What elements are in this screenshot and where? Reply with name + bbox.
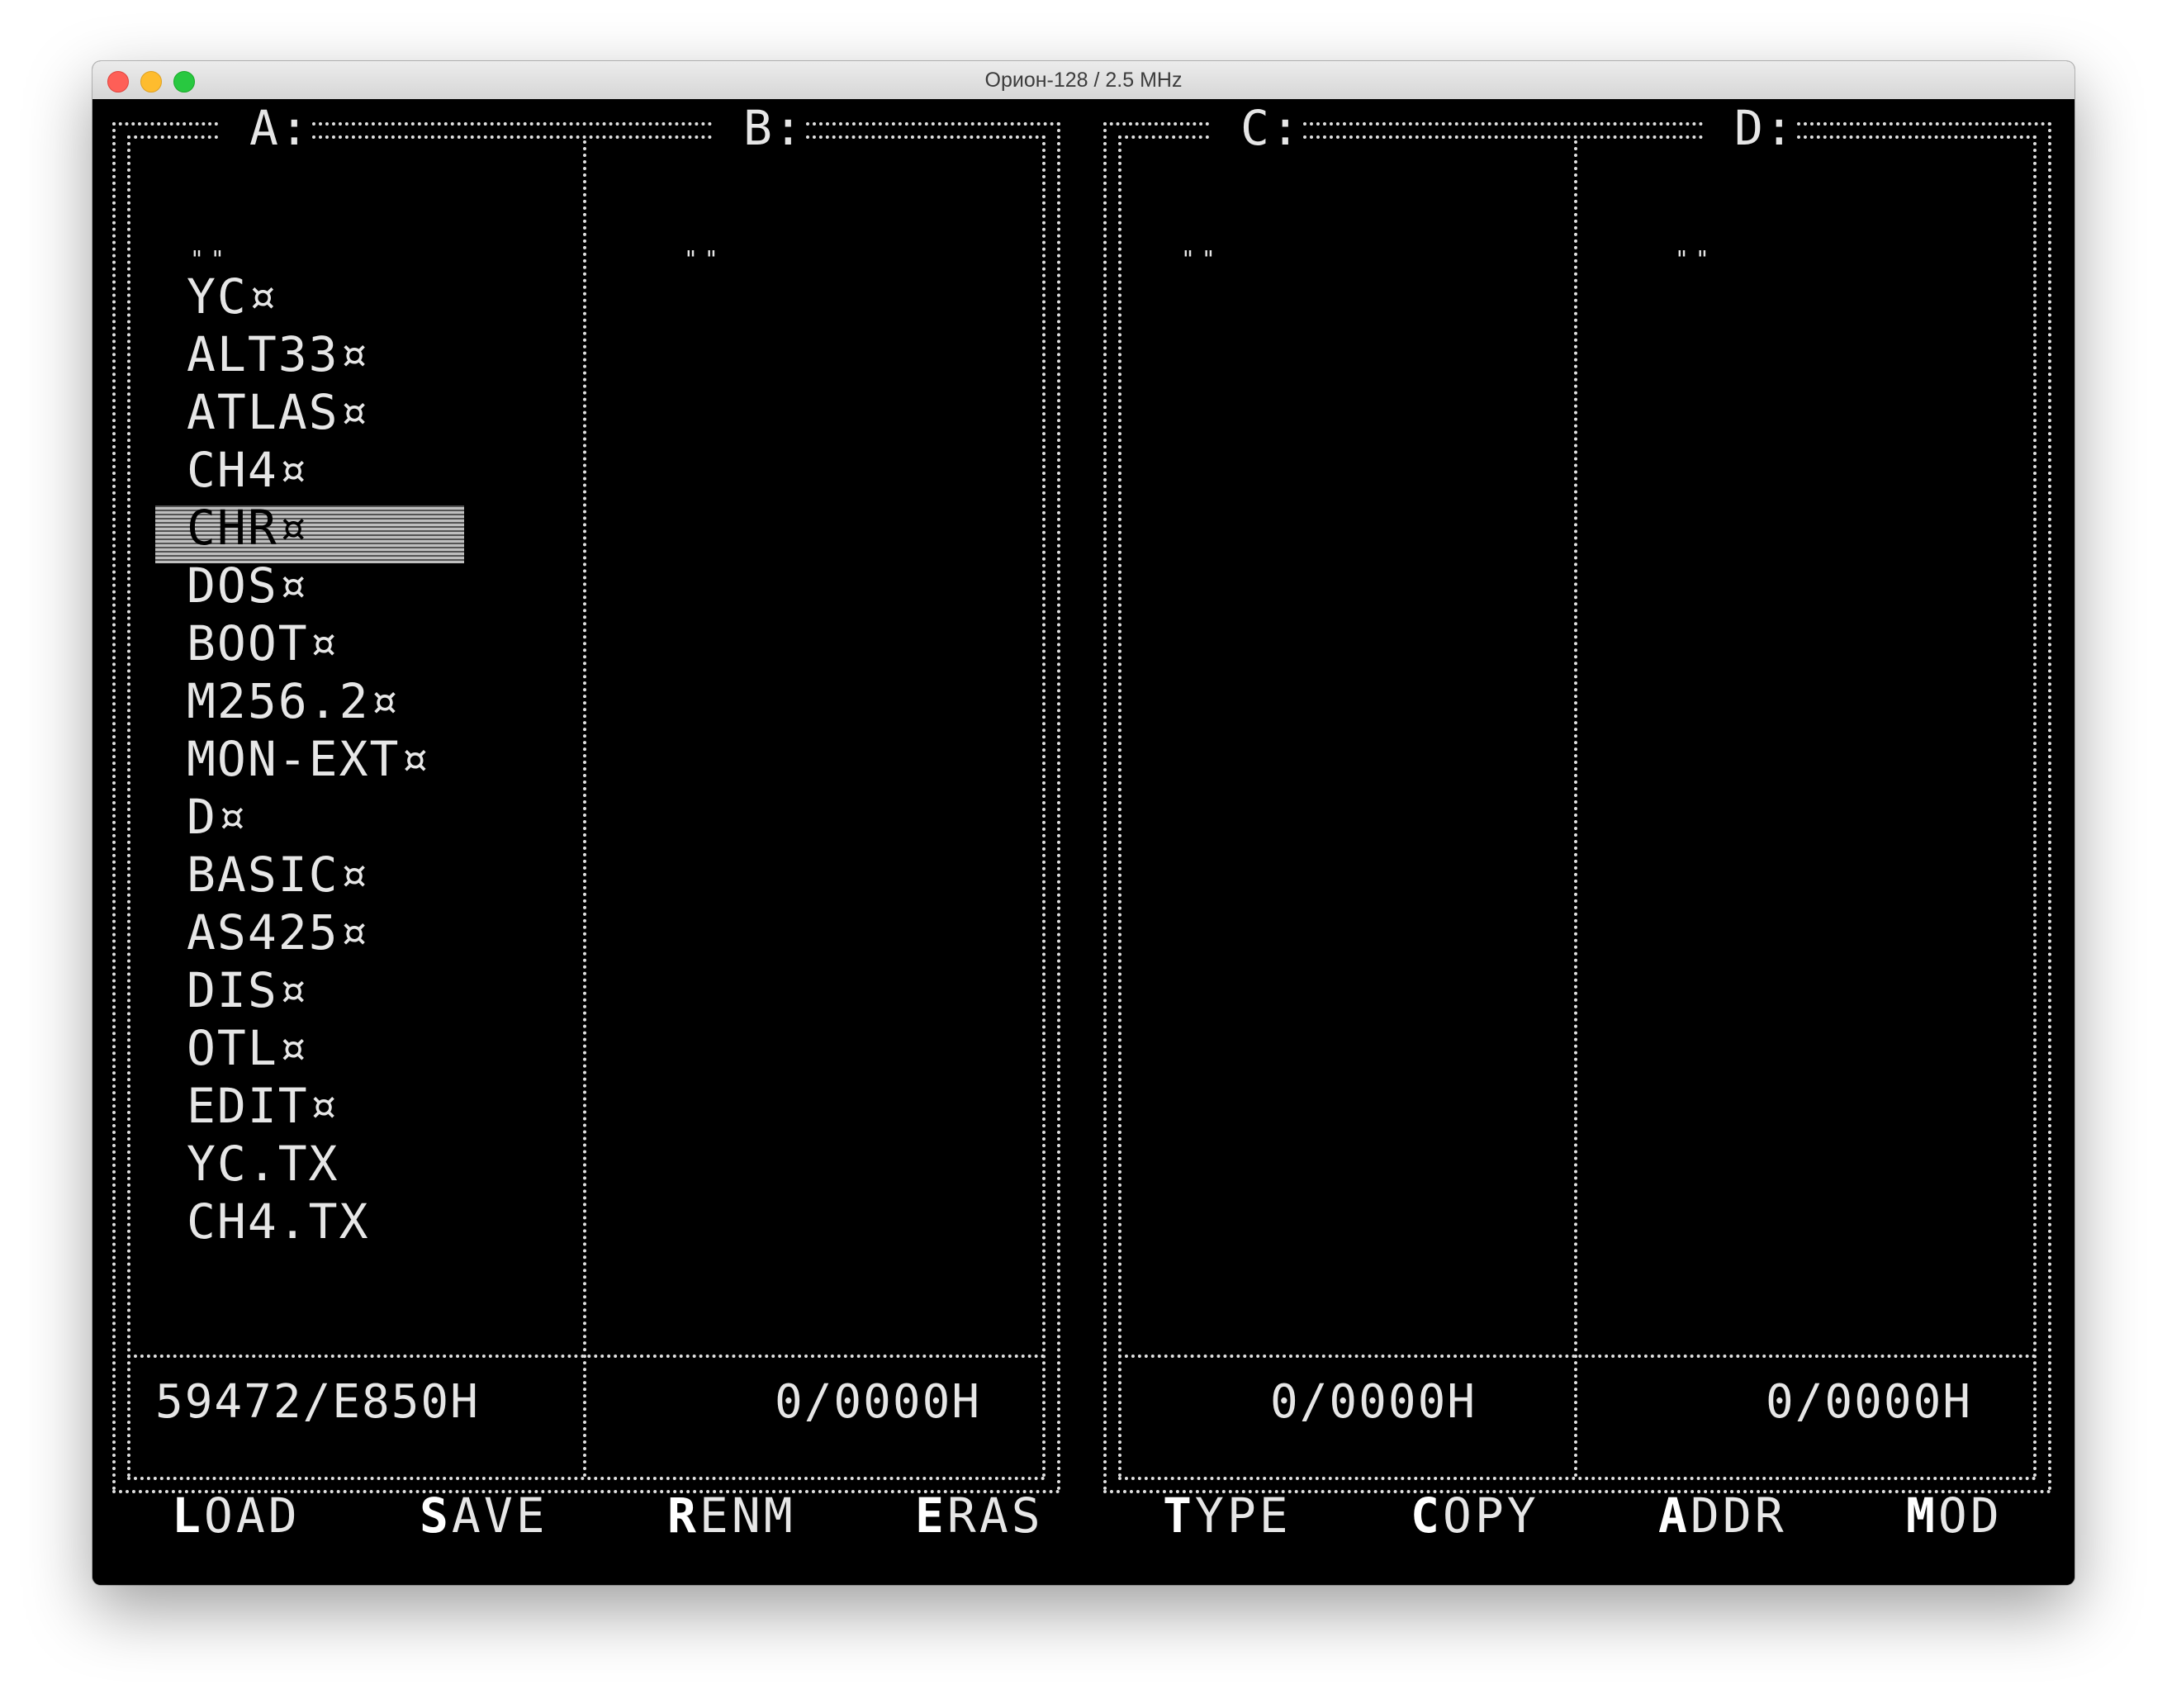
file-item[interactable]: DIS¤ xyxy=(187,966,309,1014)
emulator-window: Орион-128 / 2.5 MHz A: B: "" "" YC¤ ALT3… xyxy=(92,61,2075,1585)
file-item[interactable]: ALT33¤ xyxy=(187,330,370,378)
menu-type[interactable]: TYPE xyxy=(1163,1492,1292,1540)
file-item[interactable]: MON-EXT¤ xyxy=(187,735,430,783)
menu-label: ENM xyxy=(699,1487,796,1544)
file-item[interactable]: DOS¤ xyxy=(187,562,309,610)
file-item[interactable]: YC.TX xyxy=(187,1140,339,1188)
status-b: 0/0000H xyxy=(775,1375,982,1429)
drive-d-label[interactable]: D: xyxy=(1734,104,1795,152)
menu-label: OD xyxy=(1937,1487,2003,1544)
menu-mod[interactable]: MOD xyxy=(1906,1492,2003,1540)
file-item[interactable]: CH4.TX xyxy=(187,1198,370,1245)
menu-save[interactable]: SAVE xyxy=(420,1492,548,1540)
menu-label: YPE xyxy=(1194,1487,1292,1544)
window-title: Орион-128 / 2.5 MHz xyxy=(984,69,1183,92)
file-item[interactable]: EDIT¤ xyxy=(187,1082,339,1130)
file-item[interactable]: BASIC¤ xyxy=(187,851,370,899)
hotkey-letter: M xyxy=(1906,1487,1938,1544)
menu-erase[interactable]: ERAS xyxy=(915,1492,1044,1540)
file-item[interactable]: YC¤ xyxy=(187,273,278,320)
drive-c-label[interactable]: C: xyxy=(1240,104,1302,152)
title-bar[interactable]: Орион-128 / 2.5 MHz xyxy=(92,61,2075,100)
file-item[interactable]: ATLAS¤ xyxy=(187,388,370,436)
file-item[interactable]: BOOT¤ xyxy=(187,619,339,667)
file-item[interactable]: CH4¤ xyxy=(187,446,309,494)
menu-label: DDR xyxy=(1690,1487,1787,1544)
emulator-screen[interactable]: A: B: "" "" YC¤ ALT33¤ ATLAS¤ CH4¤ CHR¤ … xyxy=(92,99,2075,1585)
menu-label: RAS xyxy=(946,1487,1044,1544)
menu-copy[interactable]: COPY xyxy=(1411,1492,1539,1540)
file-item[interactable]: AS425¤ xyxy=(187,909,370,956)
menu-label: OPY xyxy=(1442,1487,1539,1544)
hotkey-letter: L xyxy=(172,1487,204,1544)
hotkey-letter: E xyxy=(915,1487,947,1544)
drive-b-label[interactable]: B: xyxy=(743,104,804,152)
file-item-selected[interactable]: CHR¤ xyxy=(187,504,309,552)
file-item[interactable]: OTL¤ xyxy=(187,1024,309,1072)
drive-a-label[interactable]: A: xyxy=(249,104,311,152)
menu-label: AVE xyxy=(451,1487,548,1544)
updir-a[interactable]: "" xyxy=(190,248,231,271)
menu-addr[interactable]: ADDR xyxy=(1658,1492,1787,1540)
file-item[interactable]: M256.2¤ xyxy=(187,677,400,725)
updir-c[interactable]: "" xyxy=(1181,248,1222,271)
hotkey-letter: T xyxy=(1163,1487,1195,1544)
menu-rename[interactable]: RENM xyxy=(667,1492,796,1540)
status-a: 59472/E850H xyxy=(155,1375,480,1429)
menu-label: OAD xyxy=(203,1487,301,1544)
hotkey-letter: R xyxy=(667,1487,699,1544)
status-d: 0/0000H xyxy=(1766,1375,1973,1429)
hotkey-letter: A xyxy=(1658,1487,1690,1544)
menu-load[interactable]: LOAD xyxy=(172,1492,301,1540)
hotkey-letter: C xyxy=(1411,1487,1443,1544)
file-item[interactable]: D¤ xyxy=(187,793,248,841)
status-c: 0/0000H xyxy=(1270,1375,1477,1429)
hotkey-letter: S xyxy=(420,1487,452,1544)
updir-d[interactable]: "" xyxy=(1675,248,1716,271)
updir-b[interactable]: "" xyxy=(684,248,725,271)
